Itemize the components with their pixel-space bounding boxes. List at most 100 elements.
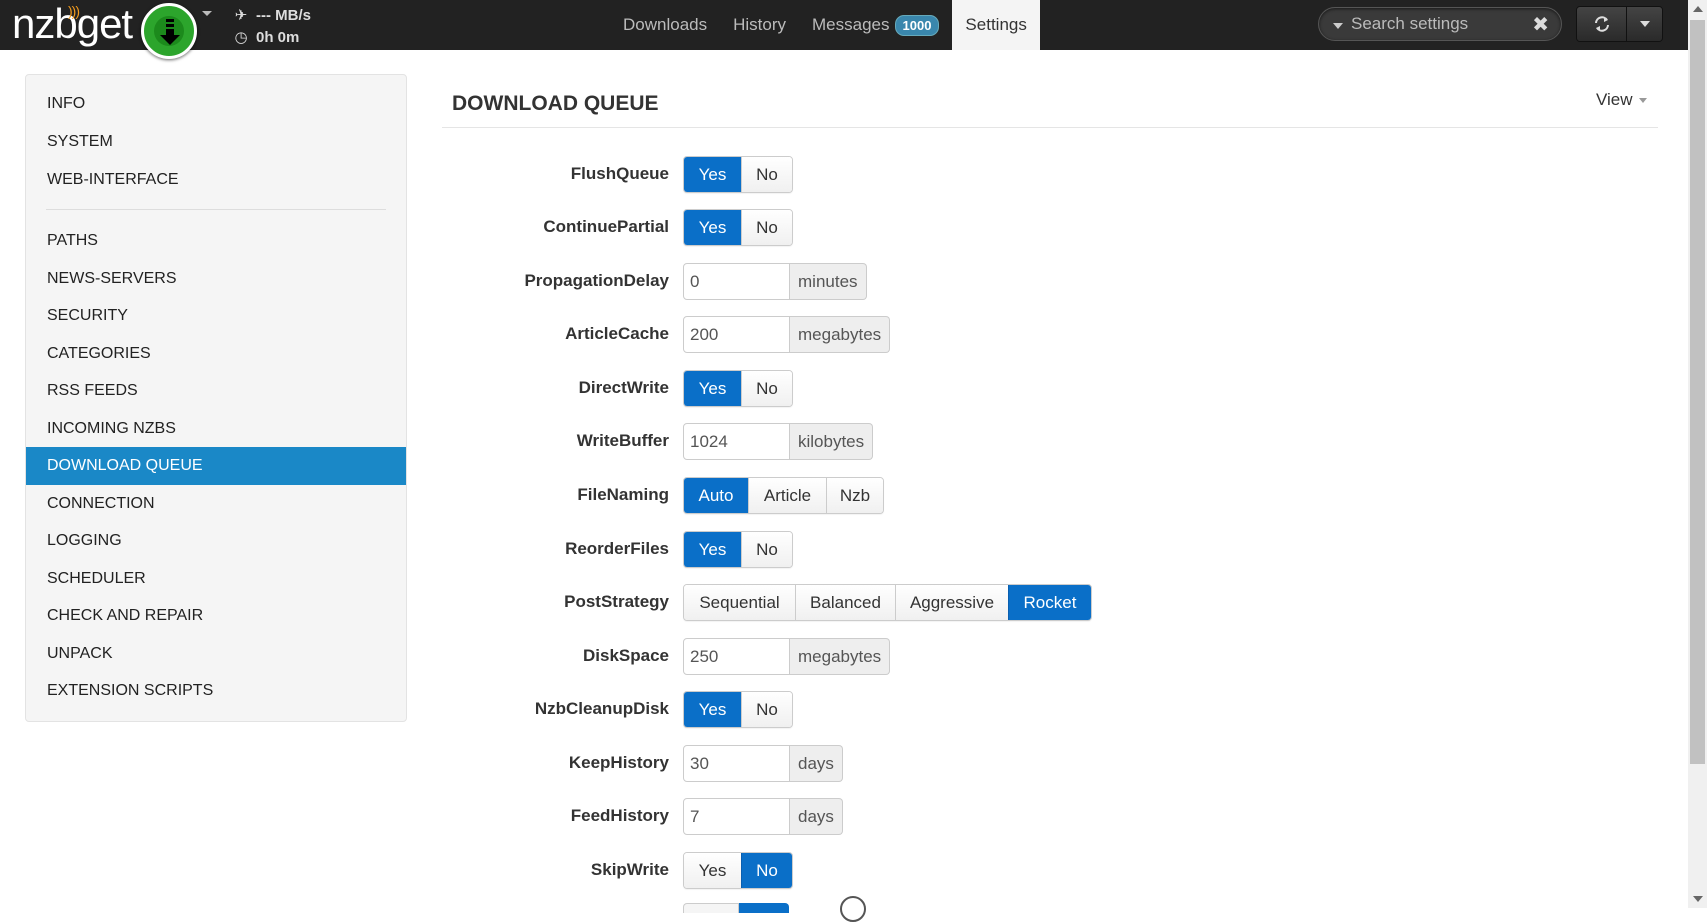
tab-downloads[interactable]: Downloads (610, 0, 720, 50)
close-icon[interactable]: ✖ (1532, 12, 1549, 37)
option-label: NzbCleanupDisk (534, 699, 669, 718)
directwrite-yes-button[interactable]: Yes (684, 371, 741, 406)
diskspace-field[interactable] (683, 638, 790, 675)
messages-count-badge: 1000 (894, 14, 940, 36)
refresh-icon (1594, 16, 1609, 32)
poststrategy-balanced-button[interactable]: Balanced (795, 585, 895, 620)
top-navbar: nzbget ))) ✈ --- MB/s ◷ 0h 0m Downloads … (0, 0, 1688, 59)
writebuffer-input-group: kilobytes (683, 423, 874, 460)
directwrite-no-button[interactable]: No (741, 371, 792, 406)
sidebar-item-connection[interactable]: CONNECTION (26, 485, 406, 523)
sidebar-item-news-servers[interactable]: NEWS-SERVERS (26, 260, 406, 298)
feedhistory-input-group: days (683, 798, 843, 835)
reorderfiles-no-button[interactable]: No (741, 532, 792, 567)
filenaming-auto-button[interactable]: Auto (684, 478, 748, 513)
sidebar-item-security[interactable]: SECURITY (26, 297, 406, 335)
diskspace-input-group: megabytes (683, 638, 891, 675)
download-arrow-icon (160, 19, 180, 45)
skipwrite-no-button[interactable]: No (741, 853, 792, 888)
refresh-button[interactable] (1577, 7, 1627, 41)
reorderfiles-yes-button[interactable]: Yes (684, 532, 741, 567)
sidebar-item-scheduler[interactable]: SCHEDULER (26, 560, 406, 598)
time-left-text: 0h 0m (256, 28, 300, 46)
refresh-options-dropdown[interactable] (1627, 7, 1662, 41)
filenaming-selector: Auto Article Nzb (683, 477, 884, 514)
tab-messages[interactable]: Messages 1000 (799, 0, 952, 50)
scroll-down-icon[interactable] (1693, 896, 1703, 902)
option-label: FlushQueue (570, 164, 669, 183)
help-icon[interactable] (840, 896, 866, 922)
option-label: FeedHistory (570, 806, 669, 825)
page-scrollbar[interactable] (1688, 0, 1707, 908)
sidebar-divider (46, 209, 386, 210)
skipwrite-yes-button[interactable]: Yes (684, 853, 741, 888)
flushqueue-yes-button[interactable]: Yes (684, 157, 741, 192)
unit-label: kilobytes (790, 423, 874, 460)
chevron-down-icon (1639, 21, 1650, 27)
sidebar-item-incoming-nzbs[interactable]: INCOMING NZBS (26, 410, 406, 448)
option-diskspace: DiskSpace megabytes (442, 637, 1342, 675)
chevron-down-icon (1638, 97, 1647, 103)
nzbcleanupdisk-no-button[interactable]: No (741, 692, 792, 727)
sidebar-item-categories[interactable]: CATEGORIES (26, 335, 406, 373)
option-label: ContinuePartial (543, 217, 669, 236)
scroll-up-icon[interactable] (1693, 6, 1703, 12)
sidebar-item-info[interactable]: INFO (26, 85, 406, 123)
scrollbar-thumb[interactable] (1690, 20, 1705, 764)
tab-settings[interactable]: Settings (952, 0, 1040, 50)
next-option-toggle-partial[interactable] (683, 903, 793, 913)
sidebar-item-unpack[interactable]: UNPACK (26, 635, 406, 673)
signal-icon: ))) (68, 3, 80, 19)
search-input[interactable] (1351, 12, 1521, 36)
skipwrite-toggle: Yes No (683, 852, 793, 889)
sidebar-item-paths[interactable]: PATHS (26, 222, 406, 260)
continuepartial-no-button[interactable]: No (741, 210, 792, 245)
nzbcleanupdisk-yes-button[interactable]: Yes (684, 692, 741, 727)
option-feedhistory: FeedHistory days (442, 797, 1342, 835)
sidebar-item-download-queue[interactable]: DOWNLOAD QUEUE (26, 447, 406, 485)
search-filter-caret-icon[interactable] (1333, 23, 1343, 29)
speed-status: ✈ --- MB/s ◷ 0h 0m (232, 4, 311, 48)
articlecache-field[interactable] (683, 316, 790, 353)
option-label: PropagationDelay (524, 271, 669, 290)
poststrategy-aggressive-button[interactable]: Aggressive (895, 585, 1008, 620)
filenaming-article-button[interactable]: Article (748, 478, 826, 513)
option-flushqueue: FlushQueue Yes No (442, 155, 1342, 193)
pause-resume-button[interactable] (141, 3, 197, 59)
sidebar-item-extension-scripts[interactable]: EXTENSION SCRIPTS (26, 672, 406, 710)
sidebar-item-rss-feeds[interactable]: RSS FEEDS (26, 372, 406, 410)
flushqueue-no-button[interactable]: No (741, 157, 792, 192)
unit-label: megabytes (790, 638, 891, 675)
feedhistory-field[interactable] (683, 798, 790, 835)
poststrategy-rocket-button[interactable]: Rocket (1008, 585, 1091, 620)
filenaming-nzb-button[interactable]: Nzb (826, 478, 883, 513)
option-label: KeepHistory (568, 753, 669, 772)
unit-label: days (790, 745, 843, 782)
sidebar-item-check-and-repair[interactable]: CHECK AND REPAIR (26, 597, 406, 635)
writebuffer-field[interactable] (683, 423, 790, 460)
option-writebuffer: WriteBuffer kilobytes (442, 422, 1342, 460)
tab-history[interactable]: History (720, 0, 799, 50)
flushqueue-toggle: Yes No (683, 156, 793, 193)
keephistory-field[interactable] (683, 745, 790, 782)
logo: nzbget ))) (12, 2, 133, 48)
poststrategy-selector: Sequential Balanced Aggressive Rocket (683, 584, 1092, 621)
chevron-down-icon[interactable] (202, 11, 212, 16)
propagationdelay-field[interactable] (683, 263, 790, 300)
articlecache-input-group: megabytes (683, 316, 891, 353)
option-label: FileNaming (577, 485, 669, 504)
sidebar-item-web-interface[interactable]: WEB-INTERFACE (26, 161, 406, 199)
option-label: DiskSpace (583, 646, 669, 665)
option-label: SkipWrite (590, 860, 669, 879)
sidebar-item-logging[interactable]: LOGGING (26, 522, 406, 560)
view-dropdown-button[interactable]: View (1596, 90, 1647, 110)
sidebar-item-system[interactable]: SYSTEM (26, 123, 406, 161)
option-directwrite: DirectWrite Yes No (442, 369, 1342, 407)
refresh-button-group (1576, 6, 1663, 42)
directwrite-toggle: Yes No (683, 370, 793, 407)
propagationdelay-input-group: minutes (683, 263, 867, 300)
option-label: ReorderFiles (565, 539, 669, 558)
clock-icon: ◷ (234, 29, 248, 46)
poststrategy-sequential-button[interactable]: Sequential (684, 585, 795, 620)
continuepartial-yes-button[interactable]: Yes (684, 210, 741, 245)
